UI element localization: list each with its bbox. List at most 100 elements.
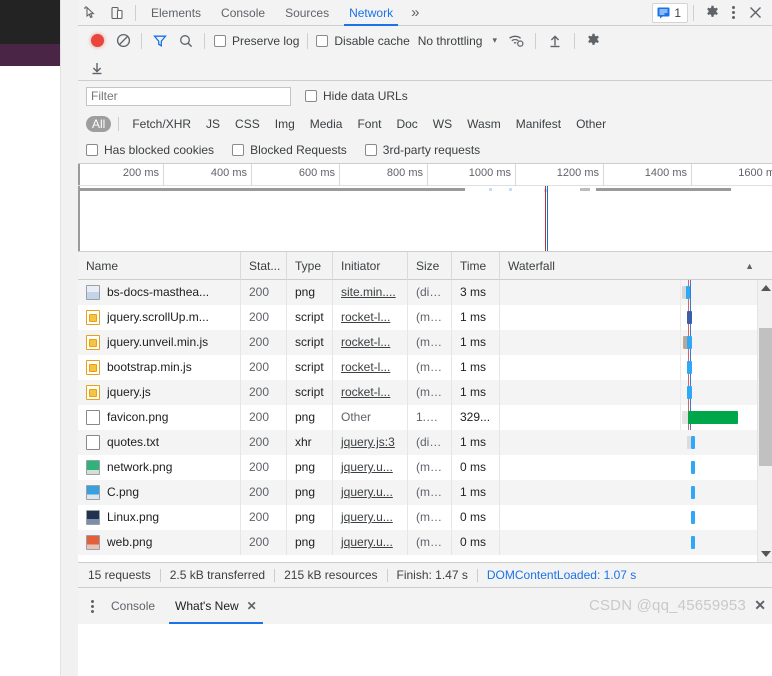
- cell-waterfall[interactable]: [500, 530, 772, 555]
- tab-console[interactable]: Console: [211, 0, 275, 26]
- clear-icon[interactable]: [110, 29, 136, 53]
- network-settings-gear-icon[interactable]: [581, 29, 607, 53]
- message-count-badge[interactable]: 1: [652, 2, 688, 23]
- type-filter-media[interactable]: Media: [304, 116, 349, 132]
- cell-initiator[interactable]: rocket-l...: [333, 355, 408, 380]
- cell-waterfall[interactable]: [500, 280, 772, 305]
- drawer-kebab-menu-icon[interactable]: [84, 599, 101, 613]
- cell-initiator[interactable]: jquery.u...: [333, 530, 408, 555]
- cell-waterfall[interactable]: [500, 355, 772, 380]
- type-filter-js[interactable]: JS: [200, 116, 226, 132]
- search-icon[interactable]: [173, 29, 199, 53]
- export-har-icon[interactable]: [84, 56, 110, 80]
- column-header-status[interactable]: Stat...: [241, 251, 287, 280]
- cell-initiator[interactable]: jquery.u...: [333, 480, 408, 505]
- drawer-tab-whats-new[interactable]: What's New ✕: [165, 588, 267, 624]
- cell-waterfall[interactable]: [500, 305, 772, 330]
- table-row[interactable]: jquery.unveil.min.js 200 script rocket-l…: [78, 330, 772, 355]
- type-filter-wasm[interactable]: Wasm: [461, 116, 507, 132]
- cursor-inspect-icon[interactable]: [78, 1, 104, 25]
- filter-funnel-icon[interactable]: [147, 29, 173, 53]
- table-row[interactable]: favicon.png 200 png Other 1.7 ... 329...: [78, 405, 772, 430]
- cell-initiator[interactable]: rocket-l...: [333, 330, 408, 355]
- initiator-link[interactable]: jquery.js:3: [341, 435, 395, 449]
- initiator-link[interactable]: jquery.u...: [341, 510, 393, 524]
- cell-name[interactable]: bs-docs-masthea...: [78, 280, 241, 305]
- type-filter-manifest[interactable]: Manifest: [510, 116, 567, 132]
- cell-initiator[interactable]: jquery.u...: [333, 455, 408, 480]
- network-conditions-icon[interactable]: [503, 29, 529, 53]
- type-filter-fetch-xhr[interactable]: Fetch/XHR: [126, 116, 197, 132]
- cell-name[interactable]: web.png: [78, 530, 241, 555]
- disable-cache-checkbox[interactable]: Disable cache: [316, 34, 410, 48]
- has-blocked-cookies-checkbox[interactable]: Has blocked cookies: [86, 143, 214, 157]
- table-row[interactable]: Linux.png 200 png jquery.u... (me... 0 m…: [78, 505, 772, 530]
- cell-waterfall[interactable]: [500, 430, 772, 455]
- drawer-close-icon[interactable]: ✕: [754, 597, 766, 614]
- cell-name[interactable]: quotes.txt: [78, 430, 241, 455]
- blocked-requests-checkbox[interactable]: Blocked Requests: [232, 143, 347, 157]
- scroll-up-arrow-icon[interactable]: [761, 285, 771, 291]
- type-filter-ws[interactable]: WS: [427, 116, 458, 132]
- tab-network[interactable]: Network: [339, 0, 403, 26]
- table-scrollbar-thumb[interactable]: [759, 328, 772, 466]
- table-row[interactable]: C.png 200 png jquery.u... (me... 1 ms: [78, 480, 772, 505]
- type-filter-all[interactable]: All: [86, 116, 112, 132]
- cell-waterfall[interactable]: [500, 480, 772, 505]
- table-row[interactable]: bs-docs-masthea... 200 png site.min.... …: [78, 280, 772, 305]
- table-row[interactable]: bootstrap.min.js 200 script rocket-l... …: [78, 355, 772, 380]
- third-party-requests-checkbox[interactable]: 3rd-party requests: [364, 143, 480, 157]
- cell-name[interactable]: favicon.png: [78, 405, 241, 430]
- table-row[interactable]: jquery.js 200 script rocket-l... (me... …: [78, 380, 772, 405]
- throttling-select[interactable]: No throttling: [418, 34, 483, 48]
- network-overview[interactable]: 200 ms 400 ms 600 ms 800 ms 1000 ms 1200…: [78, 164, 772, 252]
- scroll-down-arrow-icon[interactable]: [761, 551, 771, 557]
- page-scrollbar[interactable]: [60, 0, 138, 676]
- cell-name[interactable]: network.png: [78, 455, 241, 480]
- tab-elements[interactable]: Elements: [141, 0, 211, 26]
- cell-waterfall[interactable]: [500, 330, 772, 355]
- device-toggle-icon[interactable]: [104, 1, 130, 25]
- initiator-link[interactable]: rocket-l...: [341, 335, 390, 349]
- initiator-link[interactable]: site.min....: [341, 285, 396, 299]
- gear-icon[interactable]: [699, 1, 725, 25]
- cell-name[interactable]: bootstrap.min.js: [78, 355, 241, 380]
- type-filter-doc[interactable]: Doc: [390, 116, 423, 132]
- cell-name[interactable]: jquery.unveil.min.js: [78, 330, 241, 355]
- drawer-tab-console[interactable]: Console: [101, 588, 165, 624]
- cell-name[interactable]: jquery.js: [78, 380, 241, 405]
- cell-initiator[interactable]: jquery.u...: [333, 505, 408, 530]
- sort-ascending-icon[interactable]: ▲: [745, 252, 764, 280]
- cell-initiator[interactable]: jquery.js:3: [333, 430, 408, 455]
- cell-waterfall[interactable]: [500, 455, 772, 480]
- preserve-log-checkbox[interactable]: Preserve log: [214, 34, 299, 48]
- table-row[interactable]: web.png 200 png jquery.u... (me... 0 ms: [78, 530, 772, 555]
- tab-sources[interactable]: Sources: [275, 0, 339, 26]
- type-filter-other[interactable]: Other: [570, 116, 612, 132]
- table-row[interactable]: network.png 200 png jquery.u... (me... 0…: [78, 455, 772, 480]
- hide-data-urls-checkbox[interactable]: Hide data URLs: [305, 89, 408, 103]
- column-header-type[interactable]: Type: [287, 251, 333, 280]
- chevron-down-icon[interactable]: ▾: [492, 35, 497, 46]
- cell-name[interactable]: Linux.png: [78, 505, 241, 530]
- close-icon[interactable]: [742, 1, 768, 25]
- initiator-link[interactable]: rocket-l...: [341, 360, 390, 374]
- filter-input[interactable]: [86, 86, 291, 106]
- type-filter-font[interactable]: Font: [351, 116, 387, 132]
- initiator-link[interactable]: jquery.u...: [341, 485, 393, 499]
- initiator-link[interactable]: rocket-l...: [341, 310, 390, 324]
- cell-waterfall[interactable]: [500, 505, 772, 530]
- table-row[interactable]: quotes.txt 200 xhr jquery.js:3 (dis... 1…: [78, 430, 772, 455]
- column-header-waterfall[interactable]: Waterfall ▲: [500, 252, 772, 280]
- cell-initiator[interactable]: rocket-l...: [333, 380, 408, 405]
- type-filter-css[interactable]: CSS: [229, 116, 266, 132]
- cell-name[interactable]: jquery.scrollUp.m...: [78, 305, 241, 330]
- kebab-menu-icon[interactable]: [725, 6, 742, 19]
- table-row[interactable]: jquery.scrollUp.m... 200 script rocket-l…: [78, 305, 772, 330]
- column-header-initiator[interactable]: Initiator: [333, 251, 408, 280]
- column-header-size[interactable]: Size: [408, 251, 452, 280]
- initiator-link[interactable]: rocket-l...: [341, 385, 390, 399]
- import-har-icon[interactable]: [542, 29, 568, 53]
- table-scrollbar[interactable]: [757, 280, 772, 562]
- close-icon[interactable]: ✕: [247, 589, 257, 623]
